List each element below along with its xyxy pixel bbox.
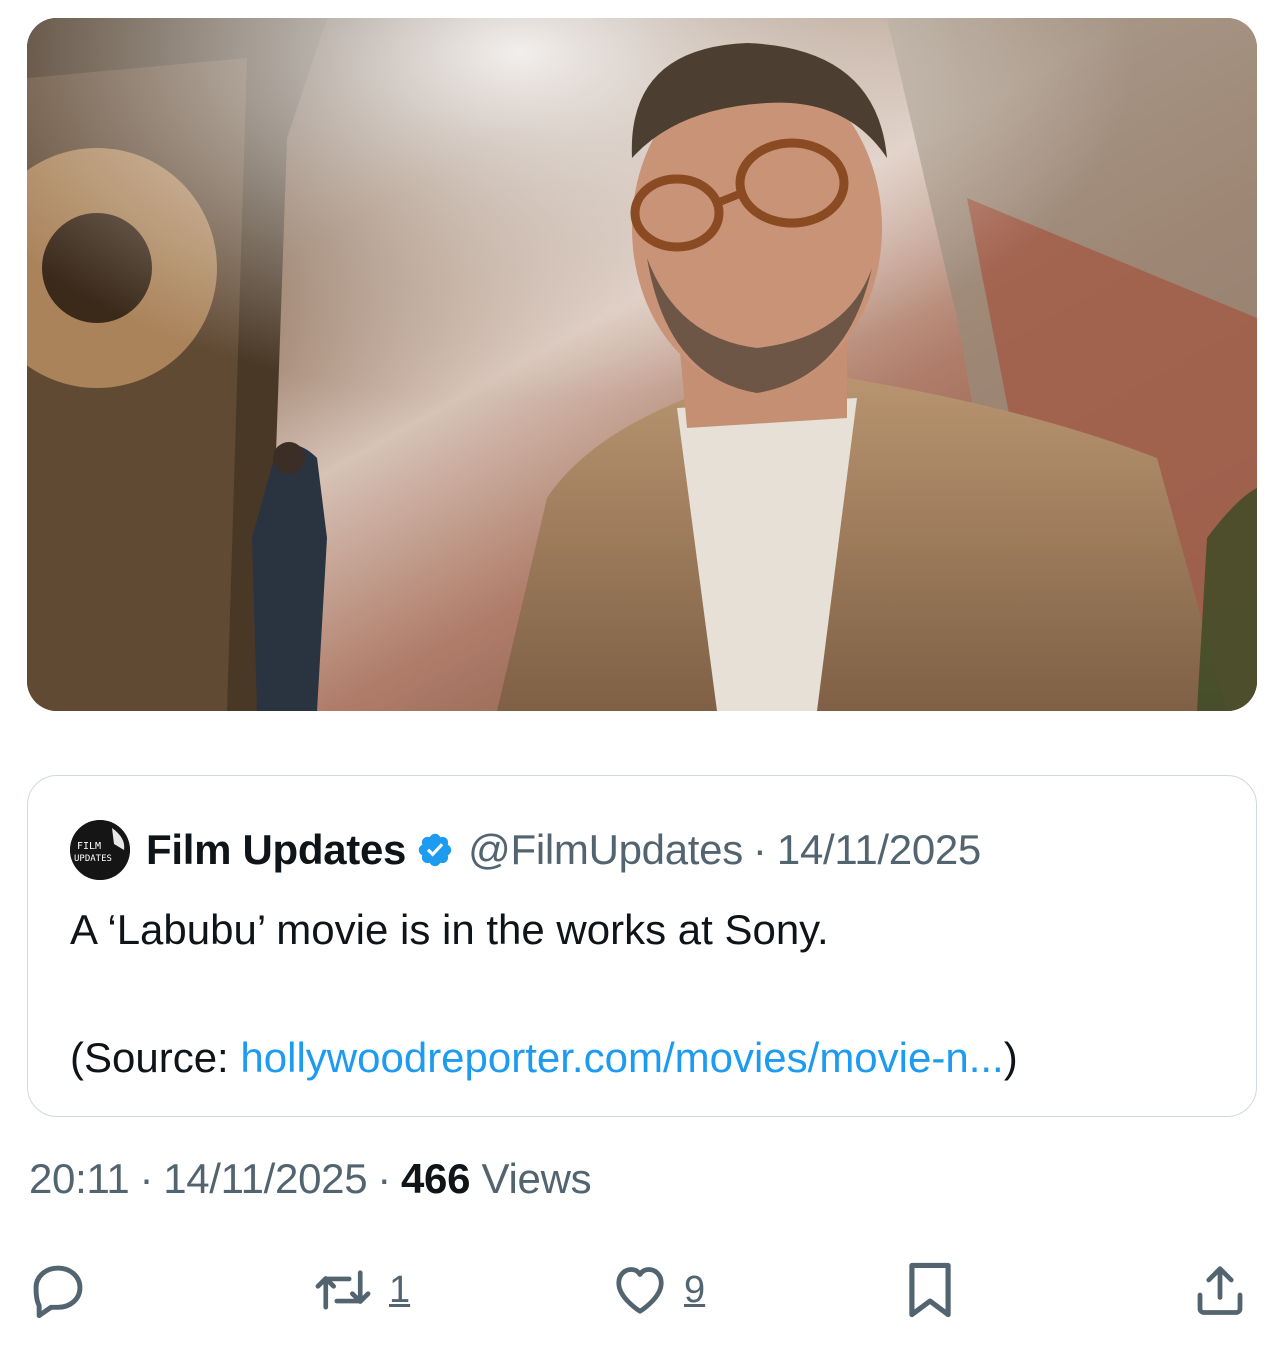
bookmark-icon xyxy=(909,1262,951,1318)
reply-button[interactable] xyxy=(27,1250,89,1330)
tweet-meta: 20:11 · 14/11/2025 · 466 Views xyxy=(29,1155,592,1203)
source-prefix: (Source: xyxy=(70,1034,241,1081)
avatar-text-updates: UPDATES xyxy=(74,854,112,864)
header-separator: · xyxy=(752,826,767,873)
share-icon xyxy=(1197,1266,1243,1315)
meta-separator: · xyxy=(377,1155,391,1202)
quoted-author-handle[interactable]: @FilmUpdates xyxy=(468,826,743,874)
avatar-text-film: FILM xyxy=(77,841,101,852)
quoted-tweet-date[interactable]: 14/11/2025 xyxy=(777,826,981,874)
like-count[interactable]: 9 xyxy=(684,1269,705,1312)
verified-badge-icon xyxy=(418,833,452,867)
quoted-tweet-source-line: (Source: hollywoodreporter.com/movies/mo… xyxy=(70,1026,1220,1090)
tweet-date[interactable]: 14/11/2025 xyxy=(163,1155,367,1202)
views-count[interactable]: 466 xyxy=(401,1155,470,1202)
retweet-button[interactable]: 1 xyxy=(311,1250,410,1330)
photo-illustration xyxy=(27,18,1257,711)
quoted-tweet-line1: A ‘Labubu’ movie is in the works at Sony… xyxy=(70,906,829,953)
tweet-time[interactable]: 20:11 xyxy=(29,1155,130,1202)
quoted-tweet-header: FILM UPDATES Film Updates @FilmUpdates ·… xyxy=(70,820,981,880)
like-button[interactable]: 9 xyxy=(610,1250,705,1330)
retweet-count[interactable]: 1 xyxy=(389,1269,410,1312)
film-updates-logo-icon: FILM UPDATES xyxy=(70,820,130,880)
retweet-icon xyxy=(315,1270,371,1310)
quoted-tweet-card[interactable]: FILM UPDATES Film Updates @FilmUpdates ·… xyxy=(27,775,1257,1117)
tweet-photo[interactable] xyxy=(27,18,1257,711)
avatar[interactable]: FILM UPDATES xyxy=(70,820,130,880)
source-suffix: ) xyxy=(1003,1034,1018,1081)
quoted-tweet-text: A ‘Labubu’ movie is in the works at Sony… xyxy=(70,898,1220,1090)
quoted-author-name[interactable]: Film Updates xyxy=(146,826,406,874)
heart-icon xyxy=(616,1267,664,1314)
share-button[interactable] xyxy=(1190,1250,1250,1330)
views-label[interactable]: Views xyxy=(470,1155,592,1202)
bookmark-button[interactable] xyxy=(904,1250,956,1330)
tweet-action-bar: 1 9 xyxy=(0,1250,1284,1330)
meta-separator: · xyxy=(139,1155,154,1202)
reply-icon xyxy=(33,1265,83,1319)
source-link[interactable]: hollywoodreporter.com/movies/movie-n... xyxy=(240,1034,1003,1081)
